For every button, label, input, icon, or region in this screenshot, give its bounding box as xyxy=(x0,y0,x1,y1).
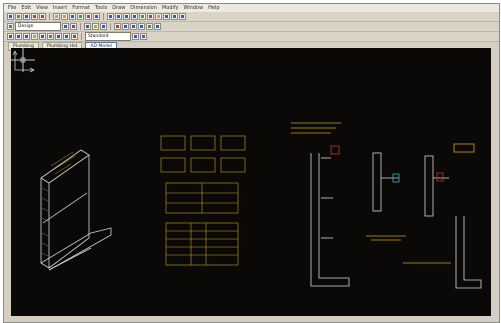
menu-window[interactable]: Window xyxy=(183,4,203,12)
region-icon[interactable] xyxy=(63,33,70,40)
menu-file[interactable]: File xyxy=(8,4,16,12)
extend-icon[interactable] xyxy=(138,23,145,30)
schedule-table xyxy=(165,222,239,266)
erase-icon[interactable] xyxy=(114,23,121,30)
menu-edit[interactable]: Edit xyxy=(21,4,31,12)
hatch-icon[interactable] xyxy=(139,13,146,20)
drawing-canvas[interactable] xyxy=(11,48,491,316)
point-icon[interactable] xyxy=(47,33,54,40)
section-detail-c xyxy=(403,143,482,289)
properties-icon[interactable] xyxy=(69,13,76,20)
polyline-icon[interactable] xyxy=(7,33,14,40)
menu-modify[interactable]: Modify xyxy=(162,4,179,12)
match-icon[interactable] xyxy=(93,13,100,20)
fillet-icon[interactable] xyxy=(146,23,153,30)
explode-icon[interactable] xyxy=(154,23,161,30)
circle-icon[interactable] xyxy=(115,13,122,20)
menu-dimension[interactable]: Dimension xyxy=(130,4,157,12)
menu-tools[interactable]: Tools xyxy=(95,4,107,12)
gradient-icon[interactable] xyxy=(55,33,62,40)
toolbar-separator xyxy=(81,33,82,40)
layer-combo[interactable]: Design xyxy=(15,22,61,31)
save-icon[interactable] xyxy=(7,13,14,20)
pan-icon[interactable] xyxy=(61,13,68,20)
line-icon[interactable] xyxy=(107,13,114,20)
layer-state-icon[interactable] xyxy=(70,23,77,30)
legend-table xyxy=(165,182,239,214)
app-window: File Edit View Insert Format Tools Draw … xyxy=(3,3,500,323)
move-icon[interactable] xyxy=(163,13,170,20)
text-style-combo[interactable]: Standard xyxy=(85,32,131,41)
toolbar-separator xyxy=(110,23,111,30)
menu-help[interactable]: Help xyxy=(208,4,219,12)
ucs-axis-icon xyxy=(12,50,35,73)
toolbar-separator xyxy=(49,13,50,20)
trim-icon[interactable] xyxy=(130,23,137,30)
menu-format[interactable]: Format xyxy=(72,4,90,12)
open-icon[interactable] xyxy=(15,13,22,20)
redo-icon[interactable] xyxy=(39,13,46,20)
mtext-icon[interactable] xyxy=(71,33,78,40)
mirror-icon[interactable] xyxy=(179,13,186,20)
layers-toolbar: Design xyxy=(4,22,499,32)
polygon-icon[interactable] xyxy=(15,33,22,40)
drawing-svg xyxy=(40,122,482,289)
menu-view[interactable]: View xyxy=(36,4,48,12)
rect-icon[interactable] xyxy=(131,13,138,20)
standard-toolbar xyxy=(4,12,499,22)
draw-toolbar: Standard xyxy=(4,32,499,42)
text-style-icon[interactable] xyxy=(84,23,91,30)
offset-icon[interactable] xyxy=(122,23,129,30)
block-icon[interactable] xyxy=(85,13,92,20)
scale-icon[interactable] xyxy=(132,33,139,40)
stretch-icon[interactable] xyxy=(140,33,147,40)
section-detail-b xyxy=(366,152,406,241)
undo-icon[interactable] xyxy=(31,13,38,20)
ellipse-icon[interactable] xyxy=(31,33,38,40)
toolbar-separator xyxy=(103,13,104,20)
dim-icon[interactable] xyxy=(155,13,162,20)
toolbar-separator xyxy=(80,23,81,30)
layer-manager-icon[interactable] xyxy=(7,23,14,30)
menu-draw[interactable]: Draw xyxy=(112,4,125,12)
arc-icon[interactable] xyxy=(123,13,130,20)
layer-prev-icon[interactable] xyxy=(62,23,69,30)
menu-insert[interactable]: Insert xyxy=(53,4,67,12)
table-style-icon[interactable] xyxy=(100,23,107,30)
print-icon[interactable] xyxy=(23,13,30,20)
zoom-icon[interactable] xyxy=(53,13,60,20)
dim-style-icon[interactable] xyxy=(92,23,99,30)
menu-bar: File Edit View Insert Format Tools Draw … xyxy=(4,4,499,12)
spline-icon[interactable] xyxy=(23,33,30,40)
layer-icon[interactable] xyxy=(77,13,84,20)
section-detail-a xyxy=(291,122,350,287)
legend-blocks xyxy=(160,135,246,173)
insert-block-icon[interactable] xyxy=(39,33,46,40)
copy-icon[interactable] xyxy=(171,13,178,20)
isometric-wall-detail xyxy=(40,149,112,271)
text-icon[interactable] xyxy=(147,13,154,20)
